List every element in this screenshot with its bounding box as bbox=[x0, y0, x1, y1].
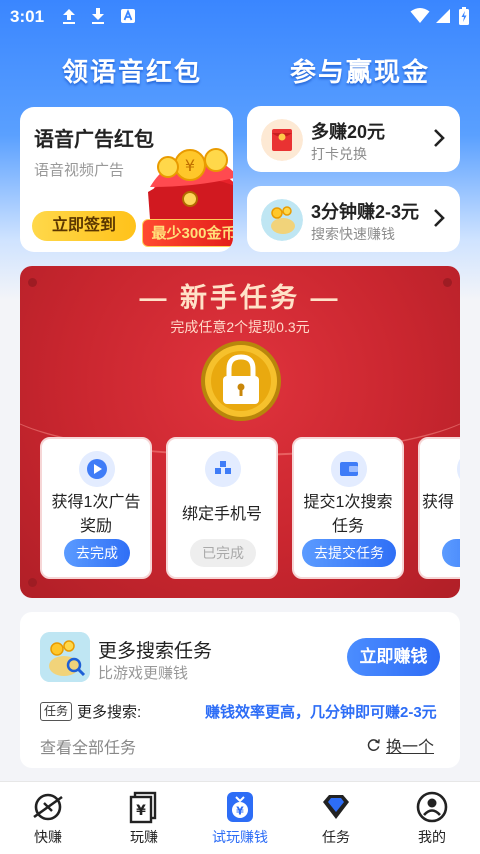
novice-title: — 新手任务 — bbox=[139, 283, 341, 313]
task-card-partial[interactable]: 获得 去 bbox=[418, 437, 460, 579]
lock-icon bbox=[201, 341, 281, 421]
task-done-button: 已完成 bbox=[190, 539, 256, 567]
task-name: 绑定手机号 bbox=[181, 506, 262, 523]
planet-icon bbox=[33, 793, 63, 821]
status-time: 3:01 bbox=[10, 7, 45, 26]
money-bag-search-icon bbox=[40, 632, 90, 682]
task-name: 提交1次搜索任务 bbox=[303, 494, 393, 535]
nav-item-mine[interactable]: 我的 bbox=[384, 790, 480, 850]
search-highlight-link[interactable]: 赚钱效率更高，几分钟即可赚2-3元 bbox=[205, 701, 437, 722]
more-search-label: 更多搜索: bbox=[77, 704, 142, 721]
search-task-title: 更多搜索任务 bbox=[98, 641, 213, 662]
search-task-subtitle: 比游戏更赚钱 bbox=[98, 665, 189, 682]
money-bag-icon bbox=[261, 199, 303, 241]
nav-label: 试玩赚钱 bbox=[212, 829, 268, 845]
task-complete-button[interactable]: 去完成 bbox=[64, 539, 130, 567]
wallet-icon bbox=[331, 451, 367, 487]
svg-text:¥: ¥ bbox=[236, 805, 244, 818]
promo-card-search[interactable]: 3分钟赚2-3元 搜索快速赚钱 bbox=[247, 186, 460, 252]
nav-item-trial-earn[interactable]: ¥ 试玩赚钱 bbox=[192, 790, 288, 850]
task-tag: 任务 bbox=[40, 702, 73, 721]
download-arrow-icon bbox=[92, 8, 104, 24]
wifi-icon bbox=[410, 8, 430, 23]
refresh-icon[interactable] bbox=[366, 737, 381, 752]
chevron-right-icon bbox=[434, 129, 445, 147]
nav-item-tasks[interactable]: 任务 bbox=[288, 790, 384, 850]
task-name: 获得 bbox=[422, 494, 455, 511]
yuan-cards-icon: ¥ bbox=[129, 791, 157, 824]
task-submit-button[interactable]: 去提交任务 bbox=[302, 539, 396, 567]
status-bar: 3:01 bbox=[0, 0, 480, 34]
search-task-card: 更多搜索任务 比游戏更赚钱 立即赚钱 任务 更多搜索: 赚钱效率更高，几分钟即可… bbox=[20, 612, 460, 768]
promo-card-checkin[interactable]: 多赚20元 打卡兑换 bbox=[247, 106, 460, 172]
task-card-submit-search[interactable]: 提交1次搜索任务 去提交任务 bbox=[292, 437, 404, 579]
battery-charging-icon bbox=[459, 7, 469, 25]
win-cash-heading[interactable]: 参与赢现金 bbox=[290, 52, 430, 89]
gift-icon bbox=[457, 451, 460, 487]
chevron-right-icon bbox=[434, 209, 445, 227]
task-card-ad-reward[interactable]: 获得1次广告奖励 去完成 bbox=[40, 437, 152, 579]
diamond-icon bbox=[323, 795, 349, 819]
voice-redpacket-heading[interactable]: 领语音红包 bbox=[62, 52, 202, 89]
user-icon bbox=[416, 791, 448, 823]
nav-label: 快赚 bbox=[34, 829, 62, 845]
nav-item-quick-earn[interactable]: 快赚 bbox=[0, 790, 96, 850]
panel-dot bbox=[28, 578, 37, 587]
promo-title: 多赚20元 bbox=[311, 122, 386, 142]
svg-text:¥: ¥ bbox=[136, 803, 146, 819]
novice-subtitle: 完成任意2个提现0.3元 bbox=[170, 319, 310, 335]
nav-item-play-earn[interactable]: ¥ 玩赚 bbox=[96, 790, 192, 850]
promo-subtitle: 打卡兑换 bbox=[311, 146, 367, 162]
nav-label: 玩赚 bbox=[130, 829, 158, 845]
task-complete-button[interactable]: 去 bbox=[442, 539, 460, 567]
red-envelope-icon bbox=[261, 119, 303, 161]
bottom-nav: 快赚 ¥ 玩赚 ¥ 试玩赚钱 任务 我的 bbox=[0, 781, 480, 854]
task-name: 获得1次广告奖励 bbox=[51, 494, 141, 535]
svg-text:¥: ¥ bbox=[185, 156, 195, 175]
min-coins-tag: 最少300金币 bbox=[142, 219, 233, 247]
blocks-icon bbox=[205, 451, 241, 487]
task-card-bind-phone[interactable]: 绑定手机号 已完成 bbox=[166, 437, 278, 579]
swap-button[interactable]: 换一个 bbox=[386, 733, 434, 757]
promo-title: 3分钟赚2-3元 bbox=[311, 202, 420, 222]
nav-label: 我的 bbox=[418, 829, 446, 845]
upload-arrow-icon bbox=[63, 9, 75, 24]
voice-ad-subtitle: 语音视频广告 bbox=[34, 162, 125, 179]
view-all-tasks-link[interactable]: 查看全部任务 bbox=[40, 734, 136, 758]
earn-now-button[interactable]: 立即赚钱 bbox=[347, 638, 440, 676]
checkin-button[interactable]: 立即签到 bbox=[32, 211, 136, 241]
nav-label: 任务 bbox=[322, 829, 350, 845]
novice-task-panel: — 新手任务 — 完成任意2个提现0.3元 获得1次广告奖励 去完成 绑定手机号… bbox=[20, 266, 460, 598]
signal-icon bbox=[436, 9, 450, 23]
a-box-icon bbox=[121, 9, 135, 23]
yuan-bag-icon: ¥ bbox=[227, 792, 253, 822]
promo-subtitle: 搜索快速赚钱 bbox=[311, 226, 395, 242]
voice-ad-card[interactable]: 语音广告红包 语音视频广告 ¥ 立即签到 最少300金币 bbox=[20, 107, 233, 252]
play-icon bbox=[79, 451, 115, 487]
